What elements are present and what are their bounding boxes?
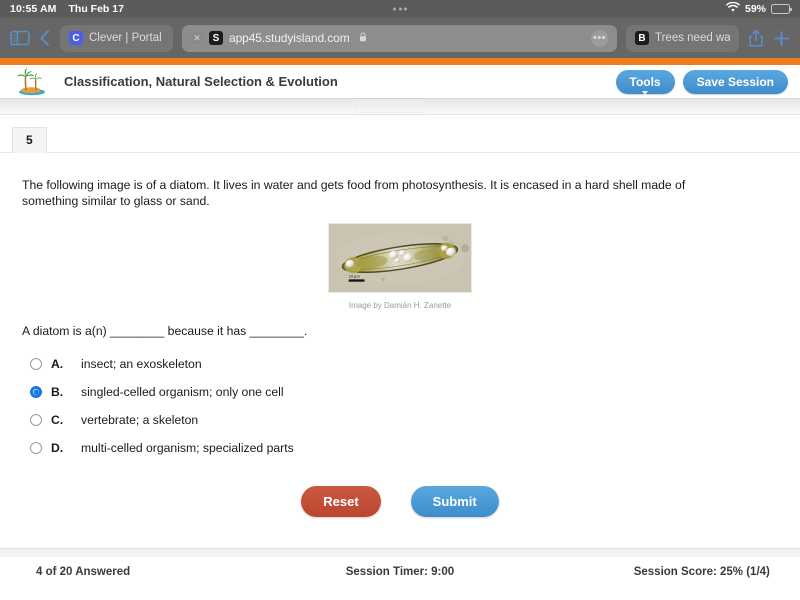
session-status-bar: 4 of 20 Answered Session Timer: 9:00 Ses… (0, 557, 800, 587)
secondary-nav-strip (0, 99, 800, 115)
radio-button-c[interactable] (30, 414, 42, 426)
answer-choice-d[interactable]: D. multi-celled organism; specialized pa… (30, 434, 800, 462)
browser-tab-trees[interactable]: B Trees need water (626, 24, 739, 52)
chevron-down-icon (642, 90, 649, 95)
browser-tab-clever[interactable]: C Clever | Portal (60, 24, 173, 52)
address-bar-url[interactable]: app45.studyisland.com (229, 31, 350, 45)
browser-tab-title: Trees need water (655, 32, 730, 44)
tools-button-label: Tools (629, 74, 661, 89)
choice-letter: C. (51, 413, 64, 427)
image-credit-caption: Image by Damián H. Zanette (348, 301, 452, 310)
answer-choice-c[interactable]: C. vertebrate; a skeleton (30, 406, 800, 434)
status-date: Thu Feb 17 (68, 3, 124, 15)
app-header: Classification, Natural Selection & Evol… (0, 65, 800, 99)
ios-status-bar: 10:55 AM Thu Feb 17 59% (0, 0, 800, 18)
choice-letter: B. (51, 385, 64, 399)
answered-count: 4 of 20 Answered (36, 566, 131, 578)
close-icon[interactable]: ✕ (191, 32, 203, 44)
share-icon[interactable] (748, 29, 764, 48)
radio-button-b[interactable] (30, 386, 42, 398)
safari-toolbar: C Clever | Portal ✕ S app45.studyisland.… (0, 18, 800, 58)
browser-tab-title: Clever | Portal (89, 32, 162, 44)
answer-choice-a[interactable]: A. insect; an exoskeleton (30, 350, 800, 378)
status-time: 10:55 AM (10, 3, 57, 15)
choice-text: vertebrate; a skeleton (81, 413, 199, 427)
question-number-tab[interactable]: 5 (12, 127, 47, 153)
studyisland-favicon-icon: S (209, 31, 223, 45)
svg-text:10 µm: 10 µm (349, 273, 360, 278)
choice-text: insect; an exoskeleton (81, 357, 202, 371)
radio-button-d[interactable] (30, 442, 42, 454)
page-settings-icon[interactable]: ••• (591, 29, 608, 47)
tools-button[interactable]: Tools (615, 69, 675, 95)
question-number-row: 5 (0, 115, 800, 153)
blackboard-favicon-icon: B (635, 31, 649, 45)
reset-button[interactable]: Reset (301, 486, 381, 517)
clever-favicon-icon: C (69, 31, 83, 45)
save-session-button[interactable]: Save Session (682, 69, 788, 94)
question-actions: Reset Submit (0, 486, 800, 517)
footer-accent-strip (0, 548, 800, 557)
browser-tab-studyisland[interactable]: ✕ S app45.studyisland.com ••• (182, 24, 617, 52)
diatom-figure: 10 µm Image by Damián H. Zanette (328, 223, 472, 310)
question-passage: The following image is of a diatom. It l… (22, 178, 686, 208)
page-title: Classification, Natural Selection & Evol… (64, 74, 338, 89)
plus-icon[interactable] (773, 30, 790, 47)
question-stem: A diatom is a(n) ________ because it has… (22, 324, 308, 338)
back-chevron-icon[interactable] (39, 29, 51, 47)
battery-percentage: 59% (744, 3, 766, 15)
brand-accent-stripe (0, 58, 800, 65)
choice-text: singled-celled organism; only one cell (81, 385, 284, 399)
radio-button-a[interactable] (30, 358, 42, 370)
palm-tree-island-logo (12, 67, 52, 97)
question-panel: 5 The following image is of a diatom. It… (0, 115, 800, 548)
choice-text: multi-celled organism; specialized parts (81, 441, 294, 455)
status-dots-indicator (393, 7, 407, 11)
diatom-microscope-photo: 10 µm (328, 223, 472, 293)
submit-button[interactable]: Submit (410, 486, 499, 517)
sidebar-toggle-icon[interactable] (10, 30, 30, 46)
session-score: Session Score: 25% (1/4) (633, 566, 770, 578)
choice-letter: A. (51, 357, 64, 371)
wifi-icon (726, 1, 740, 16)
battery-icon (771, 4, 792, 14)
choice-letter: D. (51, 441, 64, 455)
answer-choice-b[interactable]: B. singled-celled organism; only one cel… (30, 378, 800, 406)
lock-icon (359, 32, 367, 45)
session-timer: Session Timer: 9:00 (345, 566, 455, 578)
answer-choices: A. insect; an exoskeleton B. singled-cel… (0, 338, 800, 462)
